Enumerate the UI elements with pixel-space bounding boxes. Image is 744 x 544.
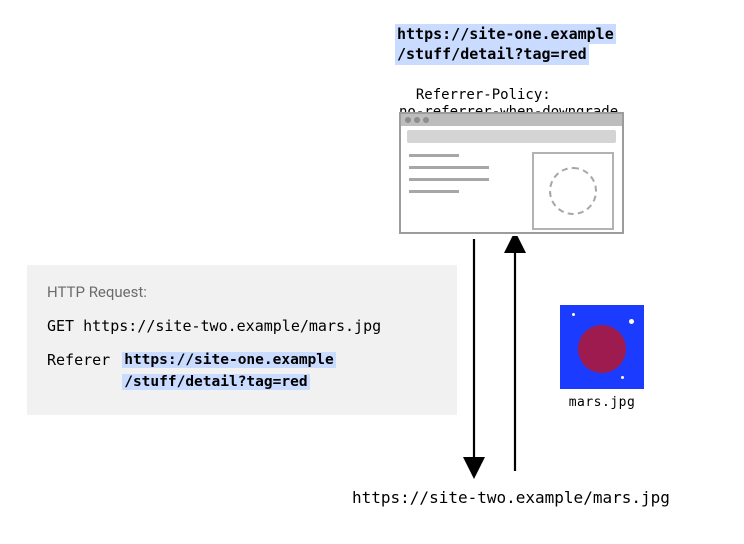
mars-caption: mars.jpg <box>560 395 644 410</box>
image-placeholder <box>532 152 614 230</box>
panel-title: HTTP Request: <box>47 283 437 301</box>
referer-header-value: https://site-one.example /stuff/detail?t… <box>122 349 336 393</box>
requested-resource-url: https://site-two.example/mars.jpg <box>352 488 670 507</box>
referer-line1: https://site-one.example <box>122 352 336 368</box>
origin-url-line1: https://site-one.example <box>395 24 616 44</box>
origin-page-url: https://site-one.example /stuff/detail?t… <box>395 24 616 65</box>
policy-key: Referrer-Policy: <box>416 87 551 103</box>
referer-line2: /stuff/detail?tag=red <box>122 374 309 390</box>
browser-address-bar <box>407 130 616 143</box>
referer-header-label: Referer <box>47 349 110 369</box>
mars-image <box>560 305 644 389</box>
placeholder-circle-icon <box>549 167 597 215</box>
page-text-lines <box>409 152 522 230</box>
request-response-arrows <box>450 236 550 486</box>
origin-url-line2: /stuff/detail?tag=red <box>395 44 589 64</box>
http-request-panel: HTTP Request: GET https://site-two.examp… <box>27 265 457 415</box>
browser-titlebar <box>401 114 622 126</box>
http-get-line: GET https://site-two.example/mars.jpg <box>47 317 437 335</box>
browser-window <box>399 112 624 234</box>
mars-image-block: mars.jpg <box>560 305 644 410</box>
